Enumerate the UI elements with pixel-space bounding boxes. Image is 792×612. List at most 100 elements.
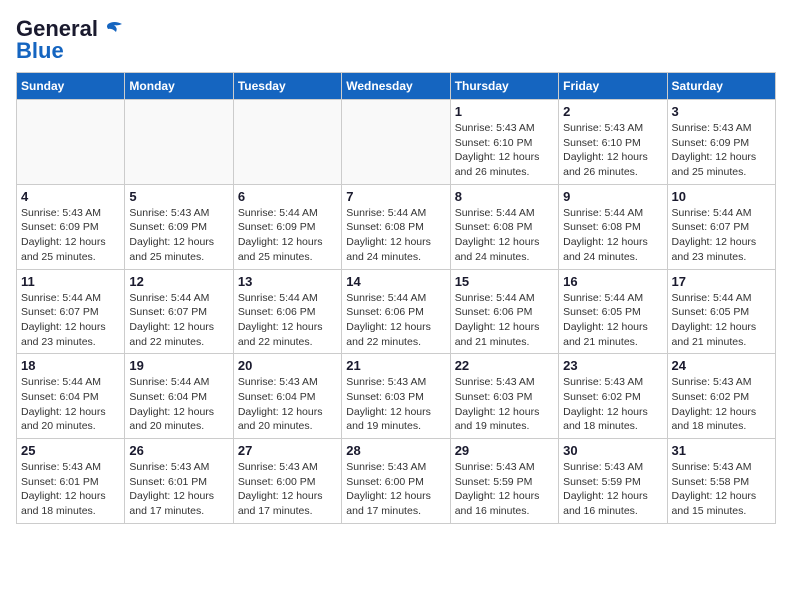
logo: General Blue	[16, 16, 122, 64]
day-info: Sunrise: 5:43 AMSunset: 5:59 PMDaylight:…	[563, 460, 662, 519]
calendar-week-row-1: 1 Sunrise: 5:43 AMSunset: 6:10 PMDaylight…	[17, 100, 776, 185]
day-info: Sunrise: 5:43 AMSunset: 6:10 PMDaylight:…	[455, 121, 554, 180]
day-number: 14	[346, 274, 445, 289]
calendar-cell: 8 Sunrise: 5:44 AMSunset: 6:08 PMDaylight…	[450, 184, 558, 269]
weekday-header-thursday: Thursday	[450, 73, 558, 100]
day-number: 9	[563, 189, 662, 204]
day-info: Sunrise: 5:43 AMSunset: 6:00 PMDaylight:…	[346, 460, 445, 519]
day-number: 24	[672, 358, 771, 373]
day-number: 4	[21, 189, 120, 204]
day-number: 17	[672, 274, 771, 289]
day-number: 5	[129, 189, 228, 204]
day-info: Sunrise: 5:43 AMSunset: 6:09 PMDaylight:…	[129, 206, 228, 265]
calendar-cell	[17, 100, 125, 185]
day-number: 23	[563, 358, 662, 373]
day-info: Sunrise: 5:44 AMSunset: 6:06 PMDaylight:…	[346, 291, 445, 350]
calendar-cell: 6 Sunrise: 5:44 AMSunset: 6:09 PMDaylight…	[233, 184, 341, 269]
calendar-cell: 2 Sunrise: 5:43 AMSunset: 6:10 PMDaylight…	[559, 100, 667, 185]
day-info: Sunrise: 5:43 AMSunset: 5:59 PMDaylight:…	[455, 460, 554, 519]
day-info: Sunrise: 5:44 AMSunset: 6:07 PMDaylight:…	[129, 291, 228, 350]
calendar-cell: 14 Sunrise: 5:44 AMSunset: 6:06 PMDayligh…	[342, 269, 450, 354]
day-number: 19	[129, 358, 228, 373]
logo-bird-icon	[100, 20, 122, 38]
day-number: 21	[346, 358, 445, 373]
day-info: Sunrise: 5:43 AMSunset: 6:02 PMDaylight:…	[672, 375, 771, 434]
day-number: 29	[455, 443, 554, 458]
day-number: 6	[238, 189, 337, 204]
day-number: 28	[346, 443, 445, 458]
day-info: Sunrise: 5:44 AMSunset: 6:05 PMDaylight:…	[672, 291, 771, 350]
day-number: 10	[672, 189, 771, 204]
day-number: 20	[238, 358, 337, 373]
day-info: Sunrise: 5:43 AMSunset: 6:00 PMDaylight:…	[238, 460, 337, 519]
day-info: Sunrise: 5:44 AMSunset: 6:05 PMDaylight:…	[563, 291, 662, 350]
day-info: Sunrise: 5:44 AMSunset: 6:07 PMDaylight:…	[672, 206, 771, 265]
day-info: Sunrise: 5:44 AMSunset: 6:09 PMDaylight:…	[238, 206, 337, 265]
day-number: 3	[672, 104, 771, 119]
day-number: 11	[21, 274, 120, 289]
calendar-cell: 16 Sunrise: 5:44 AMSunset: 6:05 PMDayligh…	[559, 269, 667, 354]
calendar-cell: 30Sunrise: 5:43 AMSunset: 5:59 PMDayligh…	[559, 439, 667, 524]
calendar-week-row-2: 4 Sunrise: 5:43 AMSunset: 6:09 PMDaylight…	[17, 184, 776, 269]
day-number: 8	[455, 189, 554, 204]
calendar-cell: 19Sunrise: 5:44 AMSunset: 6:04 PMDayligh…	[125, 354, 233, 439]
day-info: Sunrise: 5:44 AMSunset: 6:08 PMDaylight:…	[346, 206, 445, 265]
calendar-cell: 17 Sunrise: 5:44 AMSunset: 6:05 PMDayligh…	[667, 269, 775, 354]
calendar-cell: 29 Sunrise: 5:43 AMSunset: 5:59 PMDayligh…	[450, 439, 558, 524]
day-number: 16	[563, 274, 662, 289]
calendar-cell: 13 Sunrise: 5:44 AMSunset: 6:06 PMDayligh…	[233, 269, 341, 354]
calendar-cell: 25 Sunrise: 5:43 AMSunset: 6:01 PMDayligh…	[17, 439, 125, 524]
calendar-week-row-4: 18 Sunrise: 5:44 AMSunset: 6:04 PMDayligh…	[17, 354, 776, 439]
day-info: Sunrise: 5:44 AMSunset: 6:04 PMDaylight:…	[21, 375, 120, 434]
calendar-cell: 9 Sunrise: 5:44 AMSunset: 6:08 PMDaylight…	[559, 184, 667, 269]
day-number: 2	[563, 104, 662, 119]
calendar-cell	[233, 100, 341, 185]
calendar-cell: 28 Sunrise: 5:43 AMSunset: 6:00 PMDayligh…	[342, 439, 450, 524]
day-info: Sunrise: 5:44 AMSunset: 6:06 PMDaylight:…	[455, 291, 554, 350]
calendar-cell: 24 Sunrise: 5:43 AMSunset: 6:02 PMDayligh…	[667, 354, 775, 439]
day-number: 31	[672, 443, 771, 458]
calendar-cell	[342, 100, 450, 185]
day-info: Sunrise: 5:43 AMSunset: 6:09 PMDaylight:…	[21, 206, 120, 265]
day-info: Sunrise: 5:43 AMSunset: 6:01 PMDaylight:…	[129, 460, 228, 519]
calendar-cell: 15 Sunrise: 5:44 AMSunset: 6:06 PMDayligh…	[450, 269, 558, 354]
day-info: Sunrise: 5:43 AMSunset: 6:02 PMDaylight:…	[563, 375, 662, 434]
weekday-header-tuesday: Tuesday	[233, 73, 341, 100]
day-info: Sunrise: 5:43 AMSunset: 6:09 PMDaylight:…	[672, 121, 771, 180]
logo-blue: Blue	[16, 38, 64, 64]
calendar-cell: 5 Sunrise: 5:43 AMSunset: 6:09 PMDaylight…	[125, 184, 233, 269]
weekday-header-wednesday: Wednesday	[342, 73, 450, 100]
weekday-header-saturday: Saturday	[667, 73, 775, 100]
calendar-cell: 18 Sunrise: 5:44 AMSunset: 6:04 PMDayligh…	[17, 354, 125, 439]
calendar-cell: 12 Sunrise: 5:44 AMSunset: 6:07 PMDayligh…	[125, 269, 233, 354]
calendar-cell: 11Sunrise: 5:44 AMSunset: 6:07 PMDayligh…	[17, 269, 125, 354]
day-number: 25	[21, 443, 120, 458]
day-number: 13	[238, 274, 337, 289]
calendar-cell: 3 Sunrise: 5:43 AMSunset: 6:09 PMDaylight…	[667, 100, 775, 185]
day-number: 22	[455, 358, 554, 373]
day-number: 15	[455, 274, 554, 289]
day-number: 1	[455, 104, 554, 119]
calendar-table: SundayMondayTuesdayWednesdayThursdayFrid…	[16, 72, 776, 524]
day-info: Sunrise: 5:44 AMSunset: 6:06 PMDaylight:…	[238, 291, 337, 350]
weekday-header-monday: Monday	[125, 73, 233, 100]
day-number: 27	[238, 443, 337, 458]
day-info: Sunrise: 5:43 AMSunset: 6:03 PMDaylight:…	[455, 375, 554, 434]
calendar-week-row-3: 11 Sunrise: 5:44 AMSunset: 6:07 PMDayligh…	[17, 269, 776, 354]
day-number: 12	[129, 274, 228, 289]
calendar-week-row-5: 25 Sunrise: 5:43 AMSunset: 6:01 PMDayligh…	[17, 439, 776, 524]
day-info: Sunrise: 5:43 AMSunset: 6:10 PMDaylight:…	[563, 121, 662, 180]
day-info: Sunrise: 5:43 AMSunset: 6:01 PMDaylight:…	[21, 460, 120, 519]
day-info: Sunrise: 5:44 AMSunset: 6:08 PMDaylight:…	[455, 206, 554, 265]
calendar-cell: 7Sunrise: 5:44 AMSunset: 6:08 PMDaylight…	[342, 184, 450, 269]
calendar-cell	[125, 100, 233, 185]
calendar-cell: 10 Sunrise: 5:44 AMSunset: 6:07 PMDayligh…	[667, 184, 775, 269]
calendar-cell: 20 Sunrise: 5:43 AMSunset: 6:04 PMDayligh…	[233, 354, 341, 439]
weekday-header-sunday: Sunday	[17, 73, 125, 100]
calendar-cell: 1 Sunrise: 5:43 AMSunset: 6:10 PMDaylight…	[450, 100, 558, 185]
day-info: Sunrise: 5:43 AMSunset: 5:58 PMDaylight:…	[672, 460, 771, 519]
day-info: Sunrise: 5:43 AMSunset: 6:03 PMDaylight:…	[346, 375, 445, 434]
day-number: 18	[21, 358, 120, 373]
day-info: Sunrise: 5:44 AMSunset: 6:08 PMDaylight:…	[563, 206, 662, 265]
day-info: Sunrise: 5:43 AMSunset: 6:04 PMDaylight:…	[238, 375, 337, 434]
